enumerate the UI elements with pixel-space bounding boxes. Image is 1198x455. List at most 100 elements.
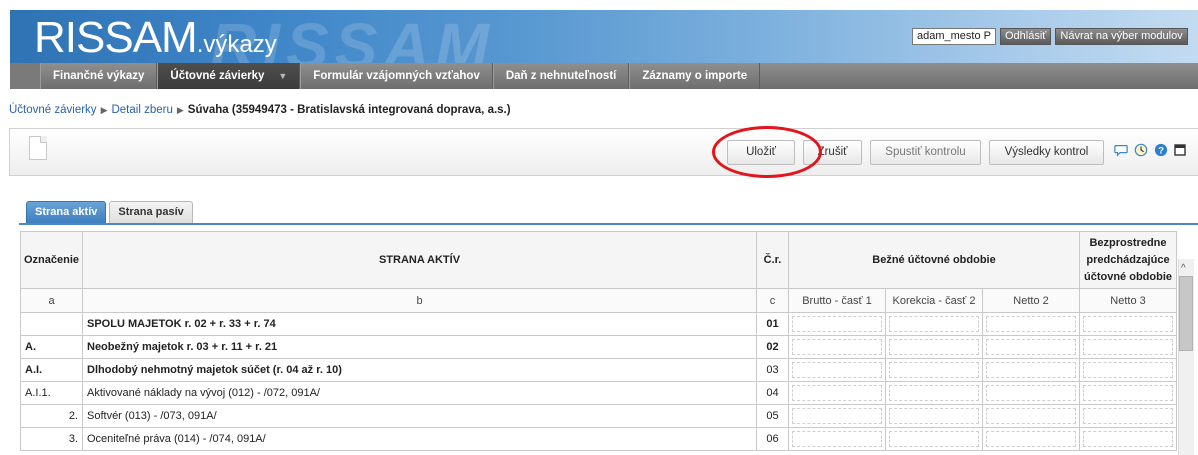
value-input-netto3[interactable]	[1079, 381, 1177, 405]
value-input-netto2[interactable]	[982, 312, 1080, 336]
subheader-cell: Netto 3	[1079, 288, 1177, 313]
value-input-netto2[interactable]	[982, 358, 1080, 382]
value-input-brutto[interactable]	[788, 358, 886, 382]
app-header: RISSAM RISSAM.výkazy adam_mesto P Odhlás…	[0, 0, 1198, 89]
value-input-netto3[interactable]	[1079, 312, 1177, 336]
value-input-netto3[interactable]	[1079, 404, 1177, 428]
logo-suffix: .výkazy	[196, 31, 277, 58]
table-row: A. Neobežný majetok r. 03 + r. 11 + r. 2…	[20, 335, 1177, 359]
svg-text:?: ?	[1158, 146, 1164, 157]
row-label: Neobežný majetok r. 03 + r. 11 + r. 21	[82, 335, 757, 359]
value-input-brutto[interactable]	[788, 381, 886, 405]
cancel-button[interactable]: Zrušiť	[803, 140, 862, 165]
nav-item-formular-vztahov[interactable]: Formulár vzájomných vzťahov	[300, 63, 493, 89]
value-input-netto3[interactable]	[1079, 358, 1177, 382]
value-input-korekcia[interactable]	[885, 381, 983, 405]
value-input-korekcia[interactable]	[885, 404, 983, 428]
breadcrumb-current: Súvaha (35949473 - Bratislavská integrov…	[187, 104, 511, 116]
nav-item-zaznamy-o-importe[interactable]: Záznamy o importe	[629, 63, 761, 89]
value-input-brutto[interactable]	[788, 427, 886, 451]
table-row: 2. Softvér (013) - /073, 091A/ 05	[20, 404, 1177, 428]
help-icon[interactable]: ?	[1154, 143, 1168, 157]
row-number: 02	[756, 335, 789, 359]
row-oznacenie	[20, 312, 83, 336]
balance-sheet-table: Označenie STRANA AKTÍV Č.r. Bežné účtovn…	[20, 231, 1177, 451]
breadcrumb-separator-icon: ▶	[176, 105, 184, 115]
row-oznacenie: 3.	[20, 427, 83, 451]
table-row: A.I.1. Aktivované náklady na vývoj (012)…	[20, 381, 1177, 405]
value-input-netto2[interactable]	[982, 381, 1080, 405]
row-label: Oceniteľné práva (014) - /074, 091A/	[82, 427, 757, 451]
header-banner: RISSAM RISSAM.výkazy adam_mesto P Odhlás…	[10, 10, 1198, 78]
logout-button[interactable]: Odhlásiť	[999, 28, 1052, 45]
breadcrumb-separator-icon: ▶	[100, 105, 108, 115]
window-icon[interactable]	[1174, 143, 1186, 157]
value-input-brutto[interactable]	[788, 404, 886, 428]
value-input-korekcia[interactable]	[885, 358, 983, 382]
tab-underline	[19, 223, 1198, 225]
value-input-korekcia[interactable]	[885, 335, 983, 359]
value-input-netto3[interactable]	[1079, 427, 1177, 451]
tab-strana-aktiv[interactable]: Strana aktív	[26, 201, 107, 223]
row-oznacenie: 2.	[20, 404, 83, 428]
subheader-cell: Netto 2	[982, 288, 1080, 313]
form-toolbar: Uložiť Zrušiť Spustiť kontrolu Výsledky …	[9, 128, 1198, 176]
row-label: SPOLU MAJETOK r. 02 + r. 33 + r. 74	[82, 312, 757, 336]
save-button[interactable]: Uložiť	[727, 140, 795, 165]
nav-item-label: Finančné výkazy	[53, 70, 145, 82]
row-number: 05	[756, 404, 789, 428]
nav-item-uctovne-zavierky[interactable]: Účtovné závierky ▼	[157, 63, 301, 89]
subheader-cell: b	[82, 288, 757, 313]
subheader-cell: Brutto - časť 1	[788, 288, 886, 313]
table-row: 3. Oceniteľné práva (014) - /074, 091A/ …	[20, 427, 1177, 451]
row-number: 04	[756, 381, 789, 405]
nav-item-label: Záznamy o importe	[642, 70, 748, 82]
value-input-brutto[interactable]	[788, 312, 886, 336]
main-nav: Finančné výkazy Účtovné závierky ▼ Formul…	[10, 63, 1198, 89]
row-number: 01	[756, 312, 789, 336]
side-tabs: Strana aktív Strana pasív	[26, 201, 193, 223]
comment-icon[interactable]	[1114, 143, 1128, 157]
chevron-down-icon[interactable]: ▼	[278, 63, 287, 89]
breadcrumb-link[interactable]: Detail zberu	[111, 104, 172, 116]
nav-item-label: Daň z nehnuteľností	[505, 70, 617, 82]
row-label: Softvér (013) - /073, 091A/	[82, 404, 757, 428]
subheader-cell: Korekcia - časť 2	[885, 288, 983, 313]
value-input-korekcia[interactable]	[885, 312, 983, 336]
breadcrumb-link[interactable]: Účtovné závierky	[9, 104, 97, 116]
column-header-predchadzajuce-obdobie: Bezprostredne predchádzajúce účtovné obd…	[1079, 231, 1177, 289]
check-results-button[interactable]: Výsledky kontrol	[989, 140, 1104, 165]
row-oznacenie: A.	[20, 335, 83, 359]
value-input-netto2[interactable]	[982, 427, 1080, 451]
nav-item-dan-z-nehnutelnosti[interactable]: Daň z nehnuteľností	[492, 63, 630, 89]
scroll-up-icon[interactable]: ^	[1181, 263, 1186, 274]
row-oznacenie: A.I.	[20, 358, 83, 382]
back-to-modules-button[interactable]: Návrat na výber modulov	[1055, 28, 1188, 45]
clock-icon[interactable]	[1134, 143, 1148, 157]
table-subheader-row: a b c Brutto - časť 1 Korekcia - časť 2 …	[20, 288, 1177, 313]
nav-left-cap	[10, 63, 40, 89]
value-input-netto2[interactable]	[982, 335, 1080, 359]
value-input-netto2[interactable]	[982, 404, 1080, 428]
tab-strana-pasiv[interactable]: Strana pasív	[109, 201, 193, 223]
column-header-bezne-obdobie: Bežné účtovné obdobie	[788, 231, 1080, 289]
document-icon	[29, 136, 47, 160]
column-header-strana-aktiv: STRANA AKTÍV	[82, 231, 757, 289]
subheader-cell: a	[20, 288, 83, 313]
row-number: 03	[756, 358, 789, 382]
nav-item-financne-vykazy[interactable]: Finančné výkazy	[40, 63, 158, 89]
table-row: SPOLU MAJETOK r. 02 + r. 33 + r. 74 01	[20, 312, 1177, 336]
scrollbar-thumb[interactable]	[1179, 276, 1193, 351]
row-label: Aktivované náklady na vývoj (012) - /072…	[82, 381, 757, 405]
nav-item-label: Formulár vzájomných vzťahov	[313, 70, 480, 82]
user-name-field[interactable]: adam_mesto P	[912, 28, 996, 45]
value-input-brutto[interactable]	[788, 335, 886, 359]
app-logo[interactable]: RISSAM.výkazy	[34, 16, 277, 67]
value-input-korekcia[interactable]	[885, 427, 983, 451]
column-header-oznacenie: Označenie	[20, 231, 83, 289]
user-controls: adam_mesto P Odhlásiť Návrat na výber mo…	[912, 28, 1188, 45]
table-header-row: Označenie STRANA AKTÍV Č.r. Bežné účtovn…	[20, 231, 1177, 289]
row-number: 06	[756, 427, 789, 451]
run-check-button[interactable]: Spustiť kontrolu	[870, 140, 981, 165]
value-input-netto3[interactable]	[1079, 335, 1177, 359]
